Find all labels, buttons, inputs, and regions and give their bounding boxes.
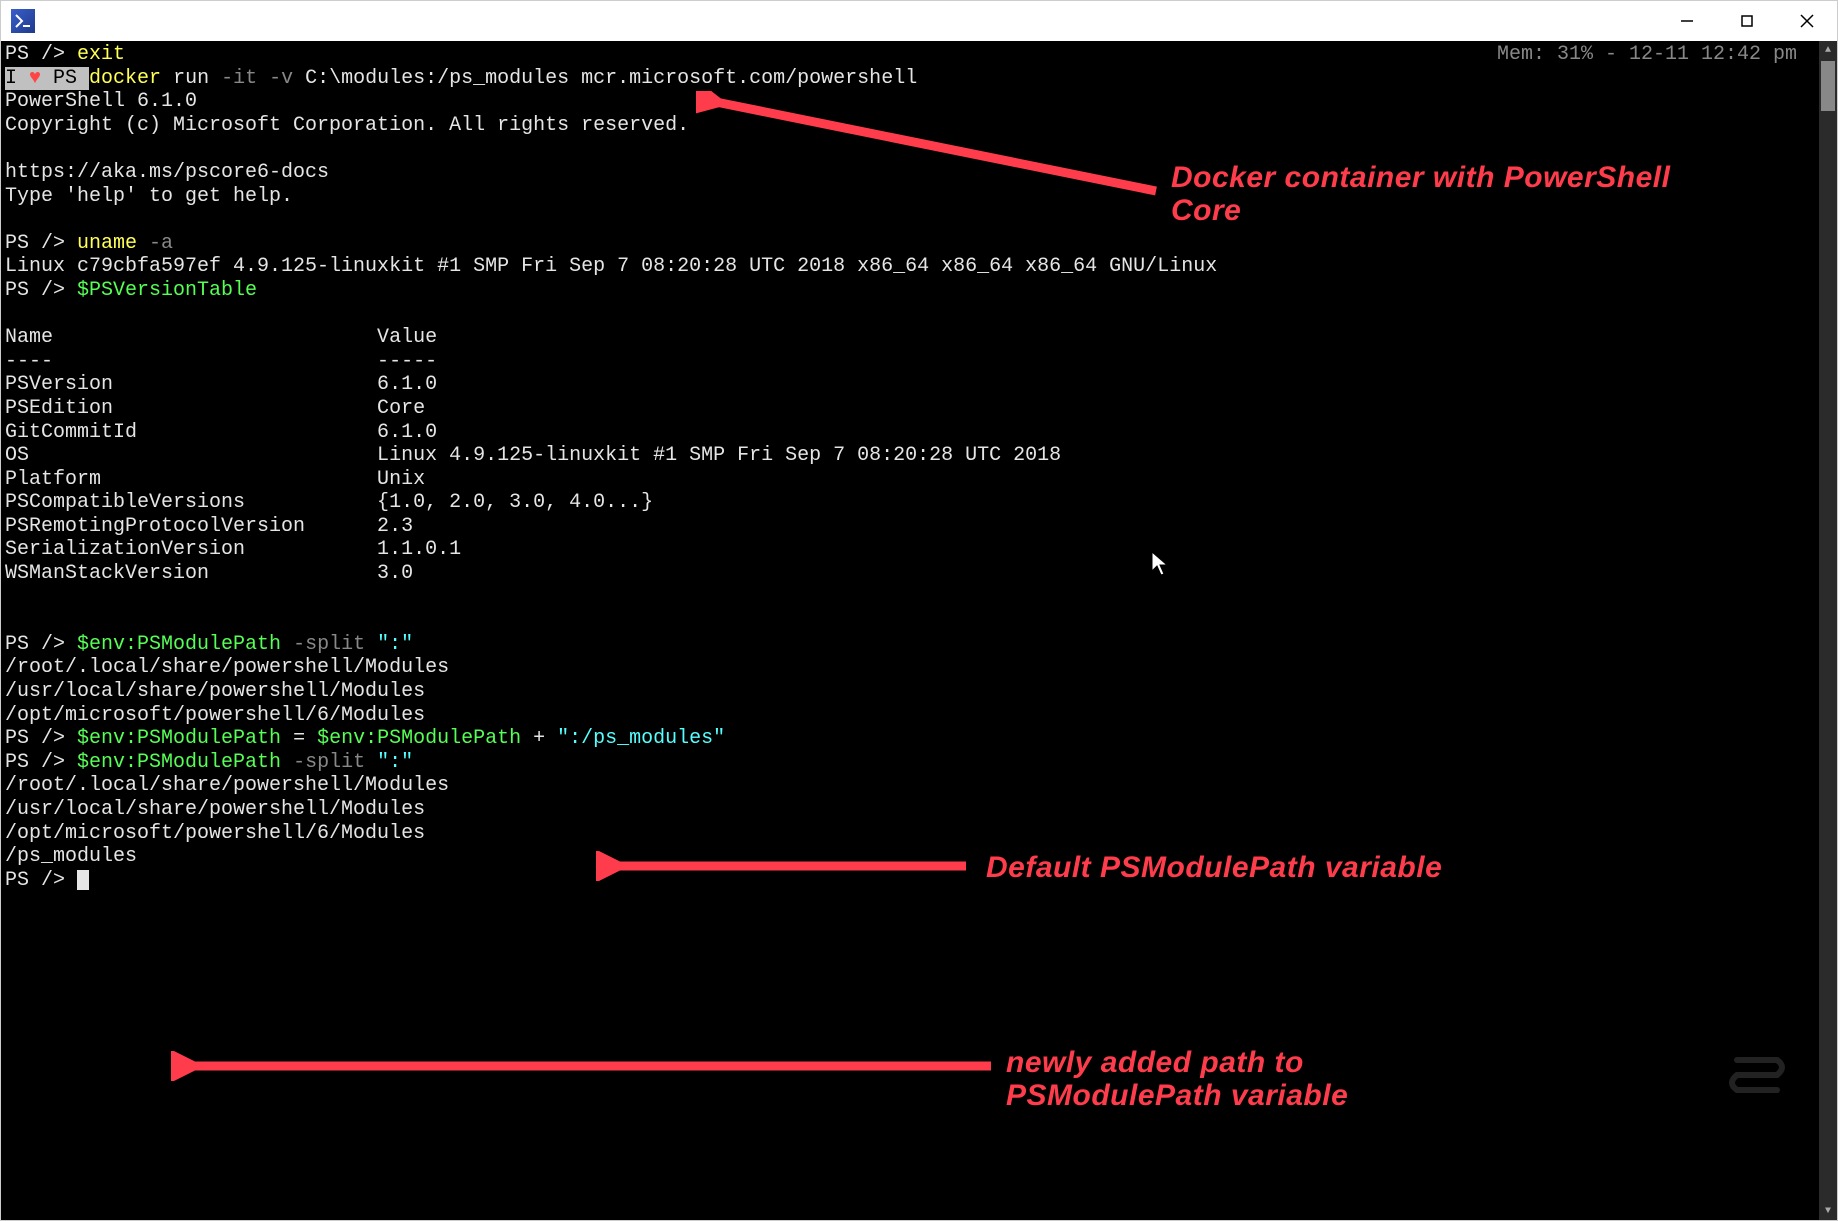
maximize-button[interactable] xyxy=(1717,1,1777,41)
terminal-body: PS /> exit I ♥ PS docker run -it -v C:\m… xyxy=(1,41,1837,1220)
status-text: Mem: 31% - 12-11 12:42 pm xyxy=(1497,43,1797,66)
powershell-icon xyxy=(11,9,35,33)
window-controls xyxy=(1657,1,1837,41)
terminal-output[interactable]: PS /> exit I ♥ PS docker run -it -v C:\m… xyxy=(1,41,1819,1220)
scroll-down-arrow[interactable]: ▼ xyxy=(1819,1202,1837,1220)
close-button[interactable] xyxy=(1777,1,1837,41)
scroll-up-arrow[interactable]: ▲ xyxy=(1819,41,1837,59)
scrollbar[interactable]: ▲ ▼ xyxy=(1819,41,1837,1220)
terminal-window: PS /> exit I ♥ PS docker run -it -v C:\m… xyxy=(0,0,1838,1221)
titlebar-left xyxy=(11,9,35,33)
scrollbar-thumb[interactable] xyxy=(1821,61,1835,111)
titlebar[interactable] xyxy=(1,1,1837,41)
minimize-button[interactable] xyxy=(1657,1,1717,41)
